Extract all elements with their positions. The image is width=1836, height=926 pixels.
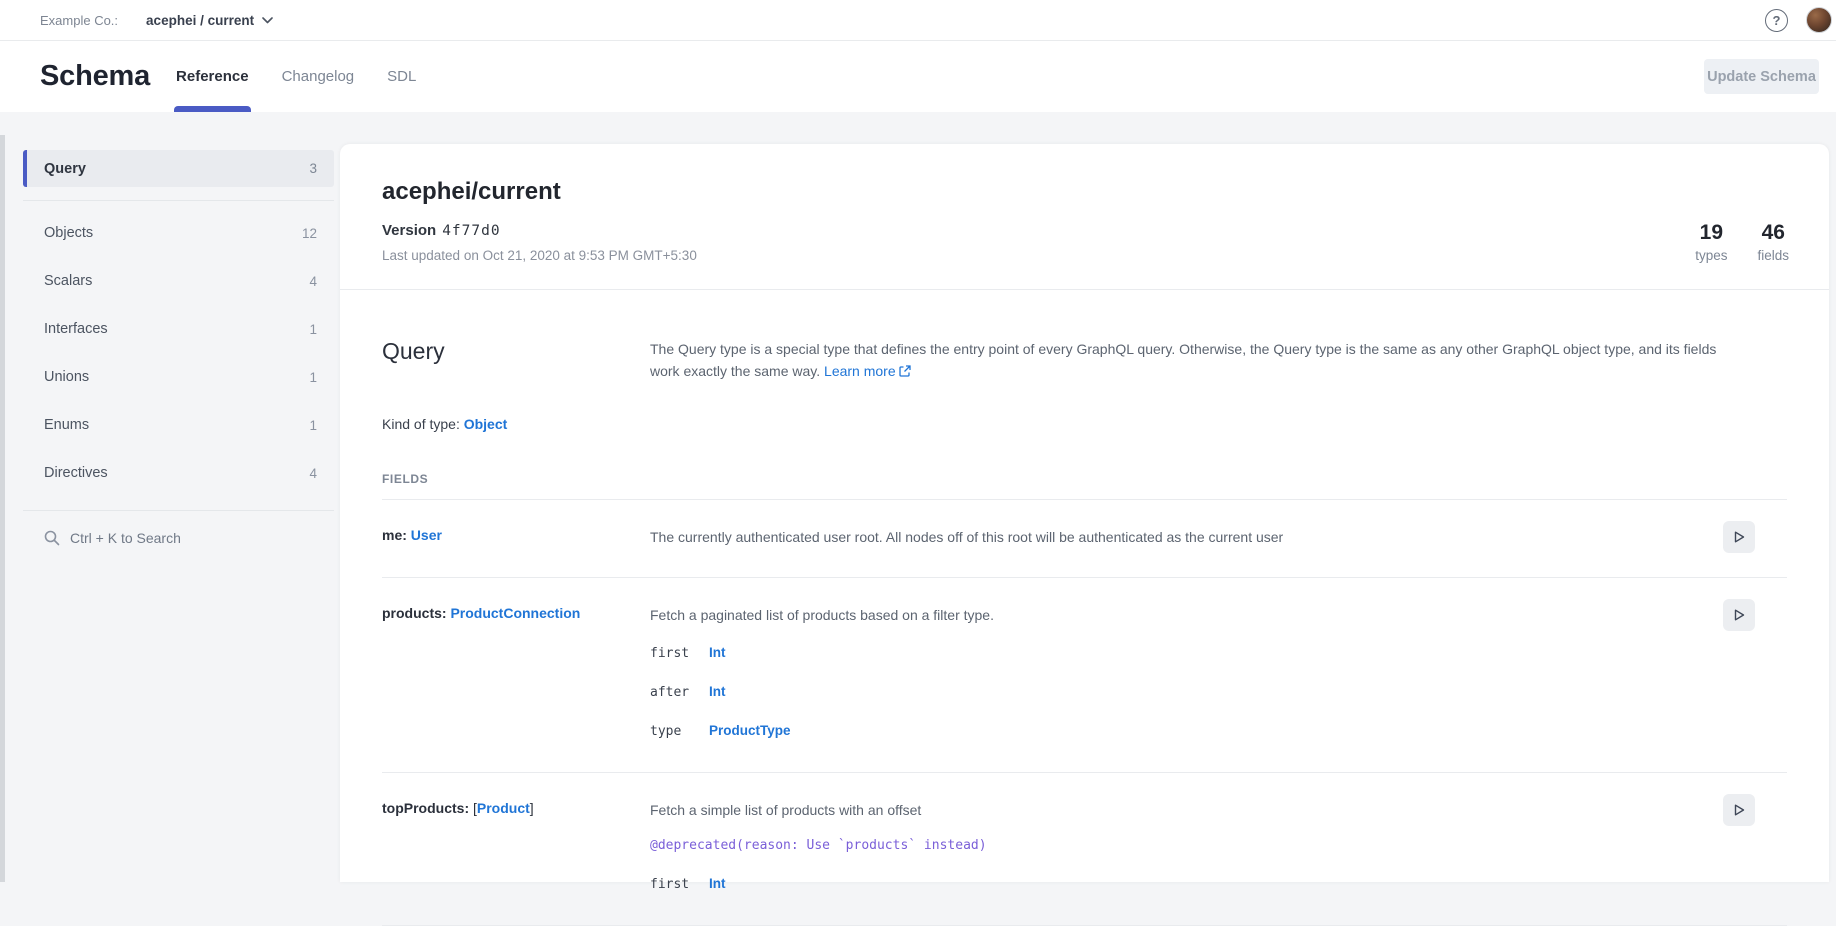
top-bar: Example Co.: acephei / current ? (0, 0, 1836, 41)
graph-selector-dropdown[interactable]: acephei / current (146, 13, 273, 28)
field-row-topproducts: topProducts: [Product] Fetch a simple li… (382, 773, 1787, 926)
arg-type-link[interactable]: Int (709, 876, 726, 891)
count-badge: 12 (302, 226, 317, 241)
stat-types: 19 types (1695, 221, 1727, 263)
field-description: Fetch a paginated list of products based… (650, 605, 1677, 625)
divider (23, 510, 334, 511)
chevron-down-icon (262, 17, 273, 24)
count-badge: 1 (309, 370, 317, 385)
help-icon[interactable]: ? (1765, 9, 1788, 32)
run-in-explorer-button[interactable] (1723, 794, 1755, 826)
arg-type-link[interactable]: Int (709, 645, 726, 660)
sidebar-item-directives[interactable]: Directives 4 (23, 449, 334, 497)
count-badge: 4 (309, 466, 317, 481)
tab-sdl[interactable]: SDL (385, 41, 418, 112)
search-hint: Ctrl + K to Search (70, 530, 181, 546)
count-badge: 4 (309, 274, 317, 289)
field-signature: products: ProductConnection (382, 605, 650, 742)
field-signature: me: User (382, 527, 650, 547)
play-icon (1732, 608, 1746, 622)
content-area: Query 3 Objects 12 Scalars 4 Interfaces … (0, 112, 1836, 882)
argument-row: firstInt (650, 873, 1677, 895)
schema-reference-card: acephei/current Version4f77d0 Last updat… (340, 144, 1829, 882)
schema-nav-sidebar: Query 3 Objects 12 Scalars 4 Interfaces … (23, 150, 334, 546)
run-in-explorer-button[interactable] (1723, 521, 1755, 553)
divider (23, 200, 334, 201)
count-badge: 1 (309, 322, 317, 337)
last-updated: Last updated on Oct 21, 2020 at 9:53 PM … (382, 248, 697, 263)
argument-row: firstInt (650, 642, 1677, 664)
field-type-link[interactable]: Product (477, 800, 530, 816)
search-icon (44, 530, 60, 546)
sidebar-item-query[interactable]: Query 3 (23, 150, 334, 187)
type-description: The Query type is a special type that de… (650, 338, 1787, 383)
play-icon (1732, 803, 1746, 817)
field-signature: topProducts: [Product] (382, 800, 650, 895)
org-label: Example Co.: (40, 13, 118, 28)
fields-heading: FIELDS (382, 472, 1787, 486)
schema-stats: 19 types 46 fields (1695, 221, 1789, 263)
arg-type-link[interactable]: ProductType (709, 723, 791, 738)
stat-fields: 46 fields (1757, 221, 1789, 263)
field-description: The currently authenticated user root. A… (650, 527, 1677, 547)
play-icon (1732, 530, 1746, 544)
count-badge: 3 (309, 161, 317, 176)
sidebar-item-unions[interactable]: Unions 1 (23, 353, 334, 401)
sidebar-item-interfaces[interactable]: Interfaces 1 (23, 305, 334, 353)
page-title: Schema (40, 60, 150, 93)
tab-changelog[interactable]: Changelog (280, 41, 357, 112)
graph-selector-label: acephei / current (146, 13, 254, 28)
version-line: Version4f77d0 (382, 222, 697, 239)
kind-of-type: Kind of type: Object (382, 416, 1787, 432)
type-section-query: Query The Query type is a special type t… (340, 290, 1829, 926)
sidebar-item-enums[interactable]: Enums 1 (23, 401, 334, 449)
deprecated-annotation: @deprecated(reason: Use `products` inste… (650, 836, 1677, 856)
argument-row: afterInt (650, 681, 1677, 703)
argument-row: typeProductType (650, 720, 1677, 742)
field-row-products: products: ProductConnection Fetch a pagi… (382, 578, 1787, 773)
count-badge: 1 (309, 418, 317, 433)
type-name: Query (382, 338, 650, 383)
kind-value-link[interactable]: Object (464, 416, 508, 432)
version-hash: 4f77d0 (442, 223, 500, 239)
field-row-me: me: User The currently authenticated use… (382, 500, 1787, 578)
update-schema-button[interactable]: Update Schema (1704, 59, 1819, 94)
sidebar-item-scalars[interactable]: Scalars 4 (23, 257, 334, 305)
external-link-icon (899, 361, 911, 383)
arg-type-link[interactable]: Int (709, 684, 726, 699)
page-header: Schema Reference Changelog SDL Update Sc… (0, 41, 1836, 112)
left-scrollbar[interactable] (0, 135, 5, 882)
search-trigger[interactable]: Ctrl + K to Search (23, 530, 334, 546)
avatar[interactable] (1806, 7, 1832, 33)
sidebar-item-objects[interactable]: Objects 12 (23, 209, 334, 257)
field-type-link[interactable]: ProductConnection (450, 605, 580, 621)
run-in-explorer-button[interactable] (1723, 599, 1755, 631)
tab-bar: Reference Changelog SDL (174, 41, 418, 112)
learn-more-link[interactable]: Learn more (824, 363, 896, 379)
tab-reference[interactable]: Reference (174, 41, 251, 112)
graph-version-header: acephei/current Version4f77d0 Last updat… (340, 144, 1829, 290)
field-type-link[interactable]: User (411, 527, 442, 543)
graph-title: acephei/current (382, 178, 697, 206)
field-description: Fetch a simple list of products with an … (650, 800, 1677, 820)
